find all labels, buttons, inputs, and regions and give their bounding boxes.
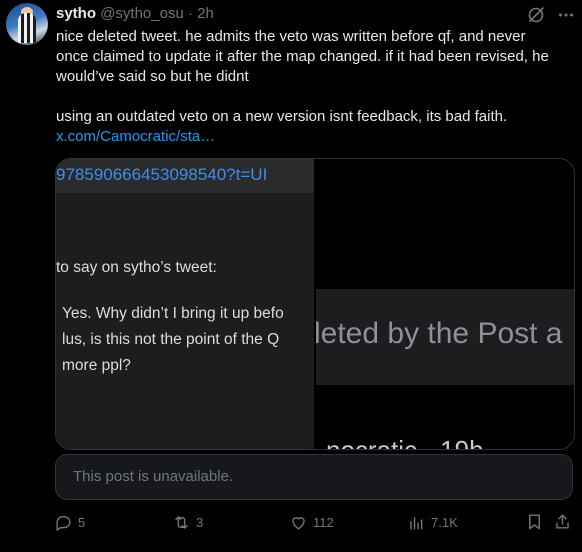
like-count: 112	[313, 514, 334, 530]
handle[interactable]: @sytho_osu	[100, 5, 184, 22]
screenshot-text-line: to say on sytho’s tweet:	[56, 259, 217, 276]
unavailable-text: This post is unavailable.	[73, 468, 234, 485]
share-icon[interactable]	[553, 512, 572, 531]
repost-icon	[175, 515, 188, 529]
reply-button[interactable]: 5	[54, 512, 85, 532]
post-header: sytho @sytho_osu · 2h	[56, 4, 214, 24]
post: sytho @sytho_osu · 2h nice deleted tweet…	[0, 0, 582, 552]
more-options-icon[interactable]	[558, 7, 574, 23]
repost-count: 3	[196, 514, 204, 530]
post-text-line: using an outdated veto on a new version …	[56, 108, 508, 125]
grok-icon[interactable]	[527, 6, 545, 24]
views-icon	[410, 516, 423, 530]
author-fragment: nocratic · 19h	[326, 435, 484, 450]
quoted-post-unavailable: This post is unavailable.	[55, 454, 573, 500]
reply-count: 5	[78, 514, 86, 530]
heart-icon	[292, 516, 305, 530]
screenshot-text-line: lus, is this not the point of the Q	[62, 331, 280, 348]
screenshot-url: 9785906664530985​40?t=UI	[56, 165, 268, 184]
avatar-figure	[18, 13, 36, 43]
view-count: 7.1K	[431, 514, 458, 530]
views-button[interactable]: 7.1K	[407, 512, 458, 532]
post-text-line: nice deleted tweet. he admits the veto w…	[56, 28, 526, 45]
media-attachment[interactable]: 9785906664530985​40?t=UI to say on sytho…	[55, 158, 575, 450]
screenshot-text-line: Yes. Why didn’t I bring it up befo	[62, 305, 284, 322]
screenshot-left[interactable]: 9785906664530985​40?t=UI to say on sytho…	[56, 159, 314, 449]
display-name[interactable]: sytho	[56, 5, 96, 22]
like-button[interactable]: 112	[289, 512, 334, 532]
post-text-line: would’ve said so but he didnt	[56, 68, 249, 85]
deleted-notice-text: leted by the Post a	[314, 317, 563, 350]
post-text: nice deleted tweet. he admits the veto w…	[56, 27, 576, 147]
reply-icon	[56, 515, 71, 531]
repost-button[interactable]: 3	[172, 512, 203, 532]
separator-dot: ·	[187, 5, 193, 22]
timestamp[interactable]: 2h	[197, 5, 214, 22]
post-text-line: once claimed to update it after the map …	[56, 48, 549, 65]
bookmark-icon[interactable]	[525, 512, 544, 531]
post-link[interactable]: x.com/Camocratic/sta…	[56, 128, 215, 145]
screenshot-right[interactable]: leted by the Post a nocratic · 19h	[314, 159, 574, 449]
avatar[interactable]	[6, 3, 48, 45]
screenshot-text-line: more ppl?	[62, 357, 131, 374]
